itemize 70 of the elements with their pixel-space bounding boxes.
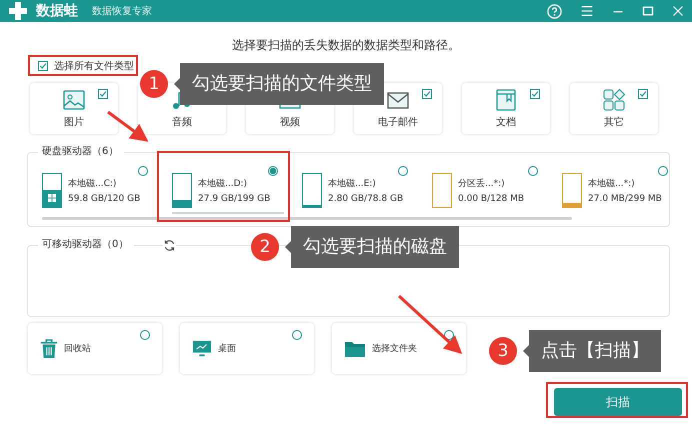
drive-name: 本地磁...E:) [328, 178, 377, 190]
radio-button[interactable] [398, 166, 408, 176]
radio-button[interactable] [292, 330, 302, 340]
book-icon [494, 88, 518, 112]
file-type-label: 电子邮件 [378, 116, 418, 129]
location-label: 桌面 [218, 342, 236, 355]
callout-tooltip: 勾选要扫描的磁盘 [285, 226, 459, 268]
radio-button[interactable] [140, 330, 150, 340]
radio-button[interactable] [528, 166, 538, 176]
location-label: 回收站 [64, 342, 91, 355]
file-type-checkbox[interactable] [422, 89, 432, 99]
drive-capacity: 2.80 GB/78.8 GB [328, 194, 404, 204]
drive-capacity: 0.00 B/128 MB [458, 194, 524, 204]
monitor-icon [192, 340, 212, 358]
radio-button[interactable] [138, 166, 148, 176]
file-type-checkbox[interactable] [638, 89, 648, 99]
drive-item[interactable]: 本地磁...E:) 2.80 GB/78.8 GB [302, 166, 414, 214]
maximize-icon[interactable] [642, 5, 654, 17]
callout-tooltip: 点击【扫描】 [523, 330, 661, 372]
callout-tooltip: 勾选要扫描的文件类型 [174, 63, 384, 105]
folder-icon [344, 340, 366, 358]
step-number-tooltip: 3 [489, 337, 517, 365]
step-number-tooltip: 2 [251, 233, 279, 261]
file-type-label: 音频 [172, 116, 192, 129]
drive-name: 本地磁...*:) [588, 178, 636, 190]
radio-button[interactable] [268, 166, 278, 176]
file-type-label: 图片 [64, 116, 84, 129]
file-type-label: 文档 [496, 116, 516, 129]
file-type-checkbox[interactable] [530, 89, 540, 99]
refresh-icon[interactable] [163, 239, 176, 252]
drive-item[interactable]: 分区丢...*:) 0.00 B/128 MB [432, 166, 544, 214]
file-type-label: 视频 [280, 116, 300, 129]
trash-icon [40, 338, 58, 358]
location-label: 选择文件夹 [372, 342, 417, 355]
location-card[interactable]: 回收站 [28, 323, 162, 374]
section-title: 可移动驱动器（0） [38, 238, 134, 252]
drive-capacity: 27.9 GB/199 GB [198, 194, 270, 204]
app-name: 数据蛙 [36, 2, 78, 20]
arrow [398, 294, 462, 354]
app-subtitle: 数据恢复专家 [92, 4, 152, 18]
step-number-tooltip: 1 [140, 70, 168, 98]
drive-name: 本地磁...D:) [198, 178, 248, 190]
drive-name: 分区丢...*:) [458, 178, 506, 190]
page-heading: 选择要扫描的丢失数据的数据类型和路径。 [231, 37, 461, 54]
file-type-label: 其它 [604, 116, 624, 129]
drive-name: 本地磁...C:) [68, 178, 118, 190]
cross-logo-icon [8, 1, 28, 21]
drive-item[interactable]: 本地磁...*:) 27.0 MB/299 MB [562, 166, 669, 214]
shapes-icon [602, 88, 626, 112]
drive-item[interactable]: 本地磁...D:) 27.9 GB/199 GB [172, 166, 284, 214]
file-type-card[interactable]: 其它 [570, 83, 658, 134]
file-type-card[interactable]: 图片 [30, 83, 118, 134]
radio-button[interactable] [658, 166, 668, 176]
scrollbar[interactable] [42, 217, 572, 220]
drive-item[interactable]: 本地磁...C:) 59.8 GB/120 GB [42, 166, 154, 214]
menu-icon[interactable] [580, 4, 594, 18]
file-type-card[interactable]: 文档 [462, 83, 550, 134]
location-card[interactable]: 选择文件夹 [332, 323, 466, 374]
section-title: 硬盘驱动器（6） [38, 145, 124, 159]
close-icon[interactable] [672, 5, 684, 17]
help-icon[interactable] [547, 4, 562, 18]
drive-capacity: 27.0 MB/299 MB [588, 194, 662, 204]
drive-capacity: 59.8 GB/120 GB [68, 194, 140, 204]
file-type-checkbox[interactable] [98, 89, 108, 99]
arrow [107, 110, 148, 142]
select-all-label: 选择所有文件类型 [54, 60, 134, 73]
location-card[interactable]: 桌面 [180, 323, 314, 374]
select-all-checkbox[interactable] [38, 61, 48, 71]
scan-button[interactable]: 扫描 [554, 388, 682, 416]
image-icon [62, 88, 86, 112]
